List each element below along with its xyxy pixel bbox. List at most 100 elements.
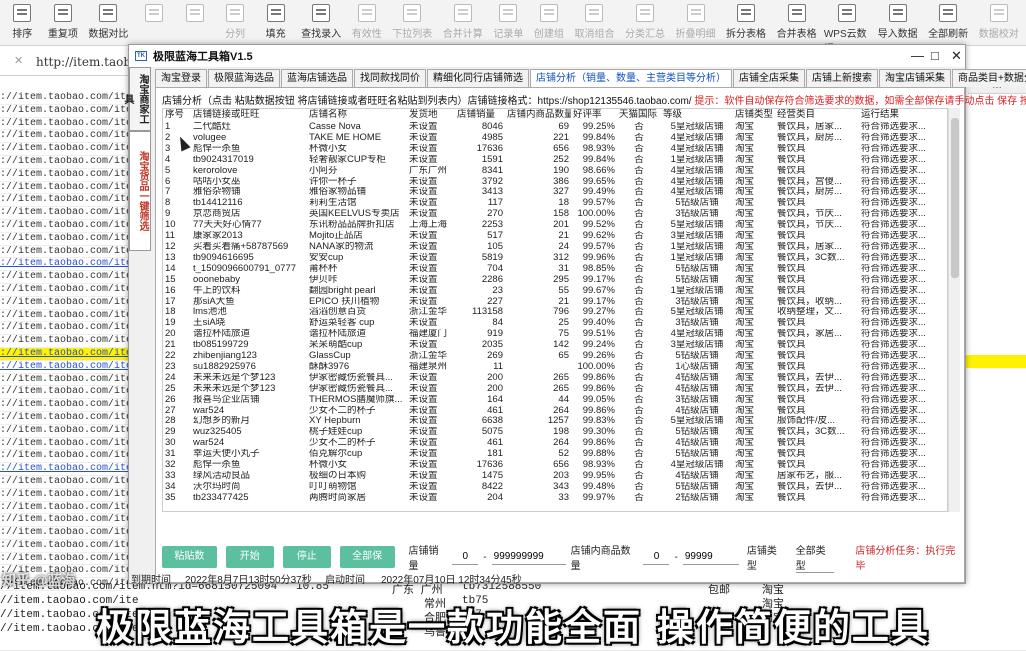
column-header[interactable]: 好评率	[571, 109, 617, 122]
table-row[interactable]: 5 kerorolove 小阿芬 广东广州 8341 190 98.66% 否 4皇冠级店铺 淘宝…	[163, 166, 947, 177]
sheet-row[interactable]: ://item.taobao.com/item	[0, 156, 128, 169]
sheet-row[interactable]: ://item.taobao.com/item	[0, 335, 128, 348]
sheet-row[interactable]: ://item.taobao.com/item	[0, 322, 128, 336]
table-row[interactable]: 4 tb9024317019 轻奢靓家CUP专柜 未设置 1591 252 99.84% 否 1…	[163, 155, 947, 166]
sheet-row[interactable]: ://item.taobao.com/item	[0, 271, 128, 284]
table-row[interactable]: 23 su1882925976 酥酥3976 福建泉州 11 100.00% 否 1心级店铺 淘…	[163, 362, 947, 373]
sheet-row[interactable]: ://item.taobao.com/item	[0, 553, 128, 566]
ribbon-button[interactable]: 数据校对	[975, 4, 1022, 40]
ribbon-button[interactable]: 填充	[257, 4, 294, 40]
ribbon-button[interactable]	[176, 4, 213, 25]
tab-item[interactable]: 店铺上新搜索	[806, 69, 878, 87]
sheet-row[interactable]: ://item.taobao.com/item	[0, 540, 128, 553]
table-row[interactable]: 2 volugee TAKE ME HOME 未设置 4985 221 99.84% 否 4皇冠…	[163, 133, 947, 144]
side-tab-product-filter[interactable]: 淘宝货品一键筛选	[129, 131, 151, 251]
minimize-icon[interactable]: —	[911, 48, 924, 63]
formula-value[interactable]: http://item.taob	[36, 55, 131, 69]
ribbon-button[interactable]	[136, 4, 173, 25]
table-row[interactable]: 20 谐拉杯陆旅道 谐拉杯陆旅道 福建厦门 919 75 99.51% 否 4皇冠级店铺 淘宝 餐饮…	[163, 329, 947, 340]
tab-item[interactable]: 店铺全店采集	[733, 69, 805, 87]
cancel-icon[interactable]: ✕	[14, 54, 23, 67]
sheet-row[interactable]: ://item.taobao.com/item	[0, 258, 128, 272]
column-header[interactable]: 等级	[661, 109, 733, 122]
ribbon-button[interactable]: 取消组合	[571, 4, 618, 40]
ribbon-button[interactable]: 查找录入	[298, 4, 345, 40]
sheet-row[interactable]: ://item.taobao.com/item	[0, 207, 128, 220]
ribbon-button[interactable]: 分列	[217, 4, 254, 40]
ribbon-button[interactable]: 拆分表格	[723, 4, 770, 40]
table-row[interactable]: 25 未来未远是个梦123 伊家密藏伤瓷餐具... 未设置 200 265 99.86% 否 4…	[163, 384, 947, 395]
ribbon-button[interactable]: 下拉列表	[389, 4, 436, 40]
sheet-row[interactable]: ://item.taobao.com/item	[0, 502, 128, 515]
table-row[interactable]: 3 彪悍一杀鱼 杯微小女 未设置 17636 656 98.93% 否 4皇冠级店铺 淘宝 餐饮具符…	[163, 144, 947, 155]
table-row[interactable]: 18 lms池池 滔滔创意百货 浙江金华 113158 796 99.27% 否 5皇冠级店铺淘…	[163, 307, 947, 318]
sales-min-input[interactable]	[452, 549, 479, 565]
start-button[interactable]: 开始	[225, 546, 274, 568]
count-min-input[interactable]	[643, 549, 670, 565]
window-titlebar[interactable]: TK 极限蓝海工具箱V1.5 — □ ✕	[129, 45, 965, 67]
table-row[interactable]: 16 牛上的饮料 翻园bright pearl 未设置 23 55 99.67% 否 1皇冠级店…	[163, 286, 947, 297]
tab-item[interactable]: 极限蓝海选品	[208, 69, 280, 87]
close-icon[interactable]: ✕	[951, 48, 962, 64]
column-header[interactable]: 发货地	[407, 109, 455, 122]
ribbon-button[interactable]: 创建组	[531, 4, 568, 40]
column-header[interactable]: 店铺内商品数量	[505, 109, 571, 122]
sheet-row[interactable]: ://item.taobao.com/item	[0, 463, 128, 476]
ribbon-button[interactable]: 记录单	[490, 4, 527, 40]
table-scrollbar[interactable]	[948, 108, 960, 512]
sheet-row[interactable]: ://item.taobao.com/item	[0, 284, 128, 297]
table-row[interactable]: 32 彪悍一杀鱼 杯微小女 未设置 17636 656 98.93% 否 4皇冠级店铺 淘宝 餐饮具…	[163, 460, 947, 471]
sheet-row[interactable]: ://item.taobao.com/item	[0, 233, 128, 246]
stop-button[interactable]: 停止	[282, 546, 331, 568]
table-row[interactable]: 7 雅俗杂物铺 雅俗家物品铺 未设置 3413 327 99.49% 否 4皇冠级店铺 淘宝 餐饮具…	[163, 187, 947, 198]
tab-item[interactable]: 找同款找同价	[354, 69, 426, 87]
table-row[interactable]: 24 未来未远是个梦123 伊家密藏伤瓷餐具... 未设置 200 265 99.86% 否 4…	[163, 373, 947, 384]
table-row[interactable]: 8 tb14412116 莉莉生活馆 未设置 117 18 99.57% 否 5钻级店铺 淘宝 餐饮…	[163, 198, 947, 209]
table-row[interactable]: 29 wuz325405 桃子娃娃cup 未设置 5075 198 99.30% 否 5钻级店铺…	[163, 427, 947, 438]
ribbon-button[interactable]: 合并计算	[440, 4, 487, 40]
shop-type-select[interactable]: 全部类型	[795, 542, 835, 573]
sheet-row[interactable]: ://item.taobao.com/item	[0, 246, 128, 259]
table-row[interactable]: 21 tb085199729 呆呆萌酷cup 未设置 2035 142 99.24% 否 3皇冠…	[163, 340, 947, 351]
column-header[interactable]: 天猫国际	[617, 109, 661, 122]
scrollbar-thumb[interactable]	[951, 118, 959, 278]
table-row[interactable]: 28 幻想乡的新月 XY Hepburn 未设置 6638 1257 99.83% 否 5皇冠级…	[163, 416, 947, 427]
table-row[interactable]: 27 war524 少女不二的杯子 未设置 461 264 99.86% 否 4钻级店铺 淘宝 餐饮…	[163, 406, 947, 417]
ribbon-button[interactable]: 有效性	[348, 4, 385, 40]
column-header[interactable]: 店铺销量	[455, 109, 505, 122]
table-row[interactable]: 22 zhibenjiang123 GlassCup 浙江金华 269 65 99.26% 否…	[163, 351, 947, 362]
sheet-row[interactable]: ://item.taobao.com/item	[0, 412, 128, 425]
table-row[interactable]: 26 报喜鸟企业店铺 THERMOS膳魔师旗... 未设置 164 44 99.05% 否 3钻…	[163, 395, 947, 406]
sheet-row[interactable]: ://item.taobao.com/item	[0, 399, 128, 412]
sheet-row[interactable]: ://item.taobao.com/item	[0, 438, 128, 451]
column-header[interactable]: 序号	[163, 109, 191, 122]
sheet-row[interactable]: ://item.taobao.com/item	[0, 527, 128, 540]
table-row[interactable]: 9 京恋商贸店 英国KEELVUS专卖店 未设置 270 158 100.00% 否 3钻级店铺…	[163, 209, 947, 220]
sheet-row[interactable]: ://item.taobao.com/item	[0, 220, 128, 233]
save-all-button[interactable]: 全部保存	[339, 546, 395, 584]
tab-item[interactable]: 店铺分析（销量、数量、主营类目等分析）	[530, 69, 732, 87]
ribbon-button[interactable]: 数据对比	[85, 4, 132, 40]
shop-table[interactable]: 序号 店铺链接或旺旺 店铺名称 发货地 店铺销量 店铺内商品数量 好评率 天猫国际 等级 店铺类型…	[162, 108, 948, 512]
sheet-row[interactable]: ://item.taobao.com/item	[0, 105, 128, 118]
table-row[interactable]: 15 ooonebaby 伊贝咔 未设置 2286 295 99.17% 否 5钻级店铺 淘宝 餐饮…	[163, 275, 947, 286]
ribbon-button[interactable]: 导入数据	[874, 4, 921, 40]
table-row[interactable]: 6 咕咕小女巫 许你一杯子 未设置 3792 386 99.65% 否 4皇冠级店铺 淘宝 餐饮具，…	[163, 177, 947, 188]
table-row[interactable]: 35 tb233477425 两腾时尚家居 未设置 204 33 99.97% 否 2钻级店铺 淘…	[163, 493, 947, 504]
table-row[interactable]: 12 买着买着痛+58787569 NANA家的物流 未设置 105 24 99.57% 否 1…	[163, 242, 947, 253]
paste-data-button[interactable]: 粘贴数据	[162, 546, 217, 584]
sheet-row[interactable]: ://item.taobao.com/item	[0, 143, 128, 156]
sheet-row[interactable]: ://item.taobao.com/item	[0, 118, 128, 131]
table-row[interactable]: 11 康家家2013 Mojito正品店 未设置 517 21 99.62% 否 3皇冠级店铺淘…	[163, 231, 947, 242]
table-row[interactable]: 14 t_1509096600791_0777 莆杯杯 未设置 704 31 98.85% 否…	[163, 264, 947, 275]
table-row[interactable]: 10 77天天好心情77 东讯粉品品牌折扣店 上海上海 2253 201 99.52% 否 5皇…	[163, 220, 947, 231]
sheet-row[interactable]: ://item.taobao.com/item	[0, 374, 128, 387]
column-header[interactable]: 运行结果	[859, 109, 947, 122]
table-row[interactable]: 17 那siA大鱼 EPICO 扶川植物 未设置 227 21 99.17% 否 3钻级店铺 淘宝…	[163, 297, 947, 308]
sheet-row[interactable]: ://item.taobao.com/item	[0, 514, 128, 528]
sheet-row[interactable]: ://item.taobao.com/item	[0, 425, 128, 438]
sheet-row[interactable]: ://item.taobao.com/item	[0, 130, 128, 144]
column-header[interactable]: 店铺名称	[307, 109, 407, 122]
ribbon-button[interactable]: 合并表格	[773, 4, 820, 40]
ribbon-button[interactable]: 分类汇总	[622, 4, 669, 40]
